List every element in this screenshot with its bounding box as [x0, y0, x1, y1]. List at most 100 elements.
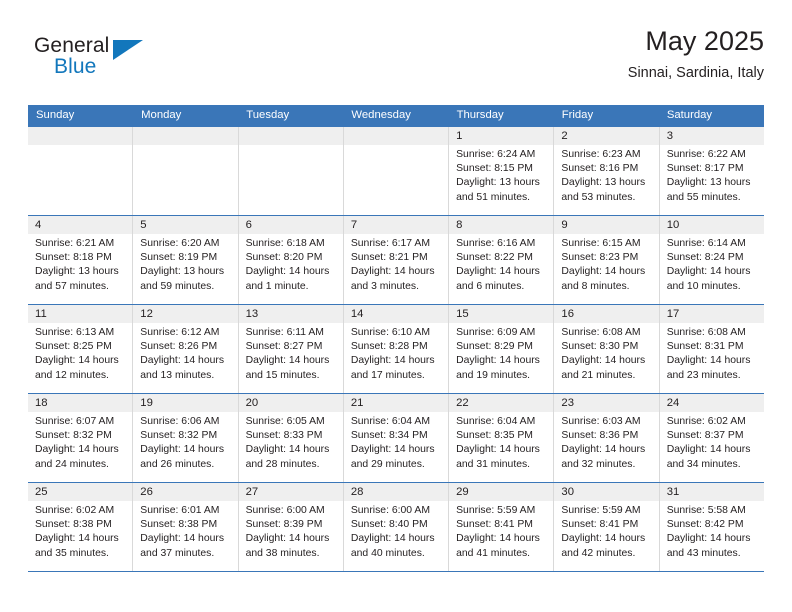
day-cell[interactable]: 23 Sunrise: 6:03 AM Sunset: 8:36 PM Dayl… — [554, 394, 660, 482]
daylight-text-line2: and 55 minutes. — [666, 191, 741, 203]
day-details: Sunrise: 6:01 AM Sunset: 8:38 PM Dayligh… — [133, 501, 237, 561]
day-cell[interactable]: 12 Sunrise: 6:12 AM Sunset: 8:26 PM Dayl… — [133, 305, 239, 393]
day-number: 29 — [449, 483, 554, 501]
day-cell[interactable] — [238, 127, 344, 215]
day-details: Sunrise: 6:05 AM Sunset: 8:33 PM Dayligh… — [239, 412, 343, 472]
daylight-text-line1: Daylight: 13 hours — [456, 177, 540, 189]
day-cell[interactable]: 17 Sunrise: 6:08 AM Sunset: 8:31 PM Dayl… — [659, 305, 764, 393]
page-subtitle: Sinnai, Sardinia, Italy — [627, 65, 764, 81]
day-cell[interactable]: 25 Sunrise: 6:02 AM Sunset: 8:38 PM Dayl… — [28, 483, 134, 571]
day-details: Sunrise: 6:09 AM Sunset: 8:29 PM Dayligh… — [449, 323, 553, 383]
day-cell[interactable]: 4 Sunrise: 6:21 AM Sunset: 8:18 PM Dayli… — [28, 216, 134, 304]
day-cell[interactable]: 18 Sunrise: 6:07 AM Sunset: 8:32 PM Dayl… — [28, 394, 134, 482]
sunset-text: Sunset: 8:28 PM — [350, 341, 428, 353]
day-number: 30 — [554, 483, 659, 501]
sunrise-text: Sunrise: 6:07 AM — [35, 416, 115, 427]
weekday-header-tuesday: Tuesday — [246, 109, 290, 121]
day-cell[interactable]: 2 Sunrise: 6:23 AM Sunset: 8:16 PM Dayli… — [554, 127, 660, 215]
daylight-text-line2: and 28 minutes. — [245, 458, 320, 470]
day-details — [28, 145, 132, 148]
day-cell[interactable] — [133, 127, 239, 215]
day-cell[interactable]: 15 Sunrise: 6:09 AM Sunset: 8:29 PM Dayl… — [449, 305, 555, 393]
day-cell[interactable]: 5 Sunrise: 6:20 AM Sunset: 8:19 PM Dayli… — [133, 216, 239, 304]
day-cell[interactable]: 29 Sunrise: 5:59 AM Sunset: 8:41 PM Dayl… — [449, 483, 555, 571]
weekday-header-wednesday: Wednesday — [351, 109, 411, 121]
day-number: 15 — [449, 305, 554, 323]
day-cell[interactable]: 3 Sunrise: 6:22 AM Sunset: 8:17 PM Dayli… — [659, 127, 764, 215]
day-cell[interactable]: 20 Sunrise: 6:05 AM Sunset: 8:33 PM Dayl… — [238, 394, 344, 482]
day-number: 12 — [133, 305, 238, 323]
day-number: 13 — [238, 305, 343, 323]
sunset-text: Sunset: 8:32 PM — [140, 430, 218, 442]
day-cell[interactable]: 22 Sunrise: 6:04 AM Sunset: 8:35 PM Dayl… — [449, 394, 555, 482]
day-cell[interactable]: 14 Sunrise: 6:10 AM Sunset: 8:28 PM Dayl… — [343, 305, 450, 393]
day-details: Sunrise: 6:06 AM Sunset: 8:32 PM Dayligh… — [133, 412, 237, 472]
day-cell[interactable]: 19 Sunrise: 6:06 AM Sunset: 8:32 PM Dayl… — [133, 394, 239, 482]
sunrise-text: Sunrise: 6:23 AM — [561, 149, 641, 160]
daylight-text-line2: and 38 minutes. — [245, 547, 320, 559]
day-cell[interactable] — [28, 127, 134, 215]
sunset-text: Sunset: 8:36 PM — [561, 430, 639, 442]
daylight-text-line2: and 51 minutes. — [456, 191, 531, 203]
day-cell[interactable]: 9 Sunrise: 6:15 AM Sunset: 8:23 PM Dayli… — [554, 216, 660, 304]
day-cell[interactable]: 24 Sunrise: 6:02 AM Sunset: 8:37 PM Dayl… — [659, 394, 764, 482]
daylight-text-line1: Daylight: 14 hours — [456, 444, 540, 456]
daylight-text-line1: Daylight: 14 hours — [245, 266, 330, 278]
daylight-text-line2: and 35 minutes. — [35, 547, 109, 559]
daylight-text-line2: and 13 minutes. — [140, 369, 215, 381]
sunset-text: Sunset: 8:18 PM — [35, 252, 112, 264]
sunset-text: Sunset: 8:19 PM — [140, 252, 218, 264]
day-cell[interactable]: 1 Sunrise: 6:24 AM Sunset: 8:15 PM Dayli… — [449, 127, 555, 215]
sunset-text: Sunset: 8:26 PM — [140, 341, 218, 353]
sunset-text: Sunset: 8:25 PM — [35, 341, 112, 353]
sunrise-text: Sunrise: 6:03 AM — [561, 416, 641, 427]
daylight-text-line2: and 15 minutes. — [245, 369, 320, 381]
day-number: 27 — [238, 483, 343, 501]
daylight-text-line1: Daylight: 14 hours — [456, 355, 540, 367]
day-details: Sunrise: 6:02 AM Sunset: 8:38 PM Dayligh… — [28, 501, 132, 561]
day-cell[interactable]: 27 Sunrise: 6:00 AM Sunset: 8:39 PM Dayl… — [238, 483, 344, 571]
day-cell[interactable]: 16 Sunrise: 6:08 AM Sunset: 8:30 PM Dayl… — [554, 305, 660, 393]
sunset-text: Sunset: 8:27 PM — [245, 341, 323, 353]
day-cell[interactable]: 26 Sunrise: 6:01 AM Sunset: 8:38 PM Dayl… — [133, 483, 239, 571]
calendar-week-row: 4 Sunrise: 6:21 AM Sunset: 8:18 PM Dayli… — [28, 215, 764, 304]
daylight-text-line2: and 26 minutes. — [140, 458, 215, 470]
day-cell[interactable]: 31 Sunrise: 5:58 AM Sunset: 8:42 PM Dayl… — [659, 483, 764, 571]
day-cell[interactable]: 8 Sunrise: 6:16 AM Sunset: 8:22 PM Dayli… — [449, 216, 555, 304]
sunrise-text: Sunrise: 6:16 AM — [456, 238, 536, 249]
day-cell[interactable]: 11 Sunrise: 6:13 AM Sunset: 8:25 PM Dayl… — [28, 305, 134, 393]
day-details: Sunrise: 6:12 AM Sunset: 8:26 PM Dayligh… — [133, 323, 237, 383]
day-cell[interactable]: 6 Sunrise: 6:18 AM Sunset: 8:20 PM Dayli… — [238, 216, 344, 304]
day-cell[interactable]: 30 Sunrise: 5:59 AM Sunset: 8:41 PM Dayl… — [554, 483, 660, 571]
daylight-text-line2: and 10 minutes. — [666, 280, 741, 292]
day-details: Sunrise: 6:13 AM Sunset: 8:25 PM Dayligh… — [28, 323, 132, 383]
daylight-text-line1: Daylight: 14 hours — [245, 355, 330, 367]
day-cell[interactable]: 28 Sunrise: 6:00 AM Sunset: 8:40 PM Dayl… — [343, 483, 450, 571]
day-cell[interactable] — [343, 127, 450, 215]
day-cell[interactable]: 13 Sunrise: 6:11 AM Sunset: 8:27 PM Dayl… — [238, 305, 344, 393]
title-block: May 2025 Sinnai, Sardinia, Italy — [628, 24, 764, 84]
sunrise-text: Sunrise: 6:00 AM — [245, 505, 325, 516]
day-number: 31 — [659, 483, 764, 501]
weekday-header-friday: Friday — [561, 109, 594, 121]
sunrise-text: Sunrise: 5:59 AM — [561, 505, 641, 516]
daylight-text-line1: Daylight: 14 hours — [245, 533, 330, 545]
daylight-text-line2: and 31 minutes. — [456, 458, 531, 470]
sunrise-text: Sunrise: 6:08 AM — [561, 327, 641, 338]
day-cell[interactable]: 21 Sunrise: 6:04 AM Sunset: 8:34 PM Dayl… — [343, 394, 450, 482]
day-details: Sunrise: 5:59 AM Sunset: 8:41 PM Dayligh… — [554, 501, 658, 561]
sunset-text: Sunset: 8:20 PM — [245, 252, 323, 264]
day-number: 26 — [133, 483, 238, 501]
sunrise-text: Sunrise: 6:14 AM — [666, 238, 746, 249]
brand-logo[interactable]: General Blue — [34, 34, 214, 90]
day-number: 14 — [343, 305, 449, 323]
day-details: Sunrise: 6:20 AM Sunset: 8:19 PM Dayligh… — [133, 234, 237, 294]
day-number: 19 — [133, 394, 238, 412]
sunset-text: Sunset: 8:38 PM — [35, 519, 112, 531]
day-number: 5 — [133, 216, 238, 234]
day-cell[interactable]: 7 Sunrise: 6:17 AM Sunset: 8:21 PM Dayli… — [343, 216, 450, 304]
day-details: Sunrise: 6:18 AM Sunset: 8:20 PM Dayligh… — [239, 234, 343, 294]
day-cell[interactable]: 10 Sunrise: 6:14 AM Sunset: 8:24 PM Dayl… — [659, 216, 764, 304]
day-number — [238, 127, 343, 145]
day-details: Sunrise: 6:04 AM Sunset: 8:34 PM Dayligh… — [344, 412, 448, 472]
